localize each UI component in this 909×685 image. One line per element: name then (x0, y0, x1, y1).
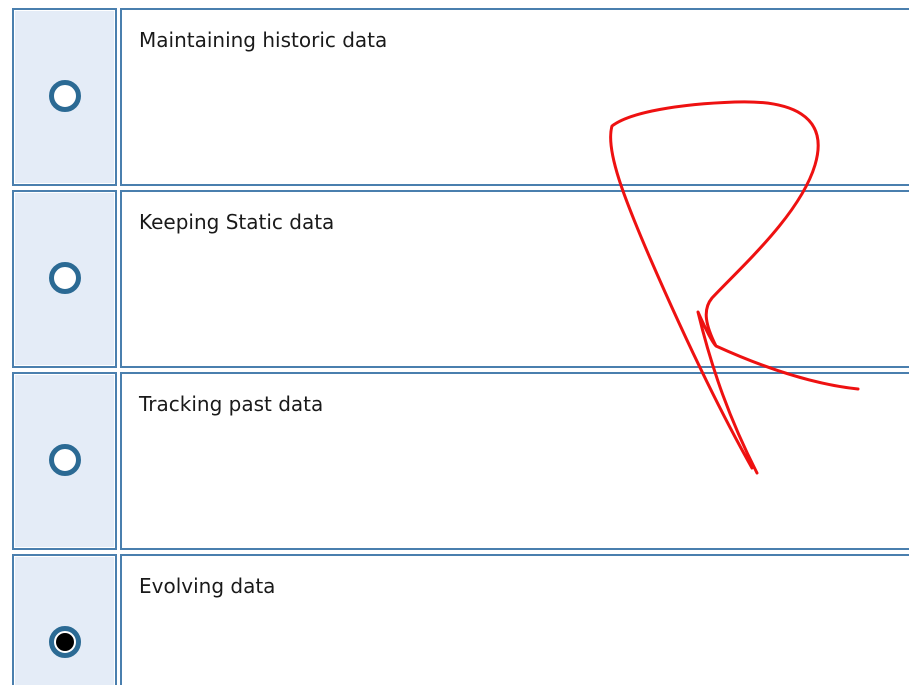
option-text-cell[interactable]: Tracking past data (120, 372, 909, 550)
option-text-cell[interactable]: Keeping Static data (120, 190, 909, 368)
radio-button-option-3[interactable] (49, 444, 81, 476)
option-label: Evolving data (139, 574, 276, 598)
radio-cell[interactable] (12, 190, 117, 368)
option-row[interactable]: Keeping Static data (12, 190, 909, 368)
radio-button-option-2[interactable] (49, 262, 81, 294)
radio-cell[interactable] (12, 554, 117, 685)
option-row[interactable]: Evolving data (12, 554, 909, 685)
radio-button-option-4[interactable] (49, 626, 81, 658)
option-row[interactable]: Tracking past data (12, 372, 909, 550)
option-row[interactable]: Maintaining historic data (12, 8, 909, 186)
answer-options-list: Maintaining historic data Keeping Static… (0, 0, 909, 685)
radio-cell[interactable] (12, 8, 117, 186)
option-text-cell[interactable]: Maintaining historic data (120, 8, 909, 186)
option-label: Maintaining historic data (139, 28, 388, 52)
radio-cell[interactable] (12, 372, 117, 550)
radio-button-option-1[interactable] (49, 80, 81, 112)
option-label: Tracking past data (139, 392, 324, 416)
option-text-cell[interactable]: Evolving data (120, 554, 909, 685)
option-label: Keeping Static data (139, 210, 335, 234)
